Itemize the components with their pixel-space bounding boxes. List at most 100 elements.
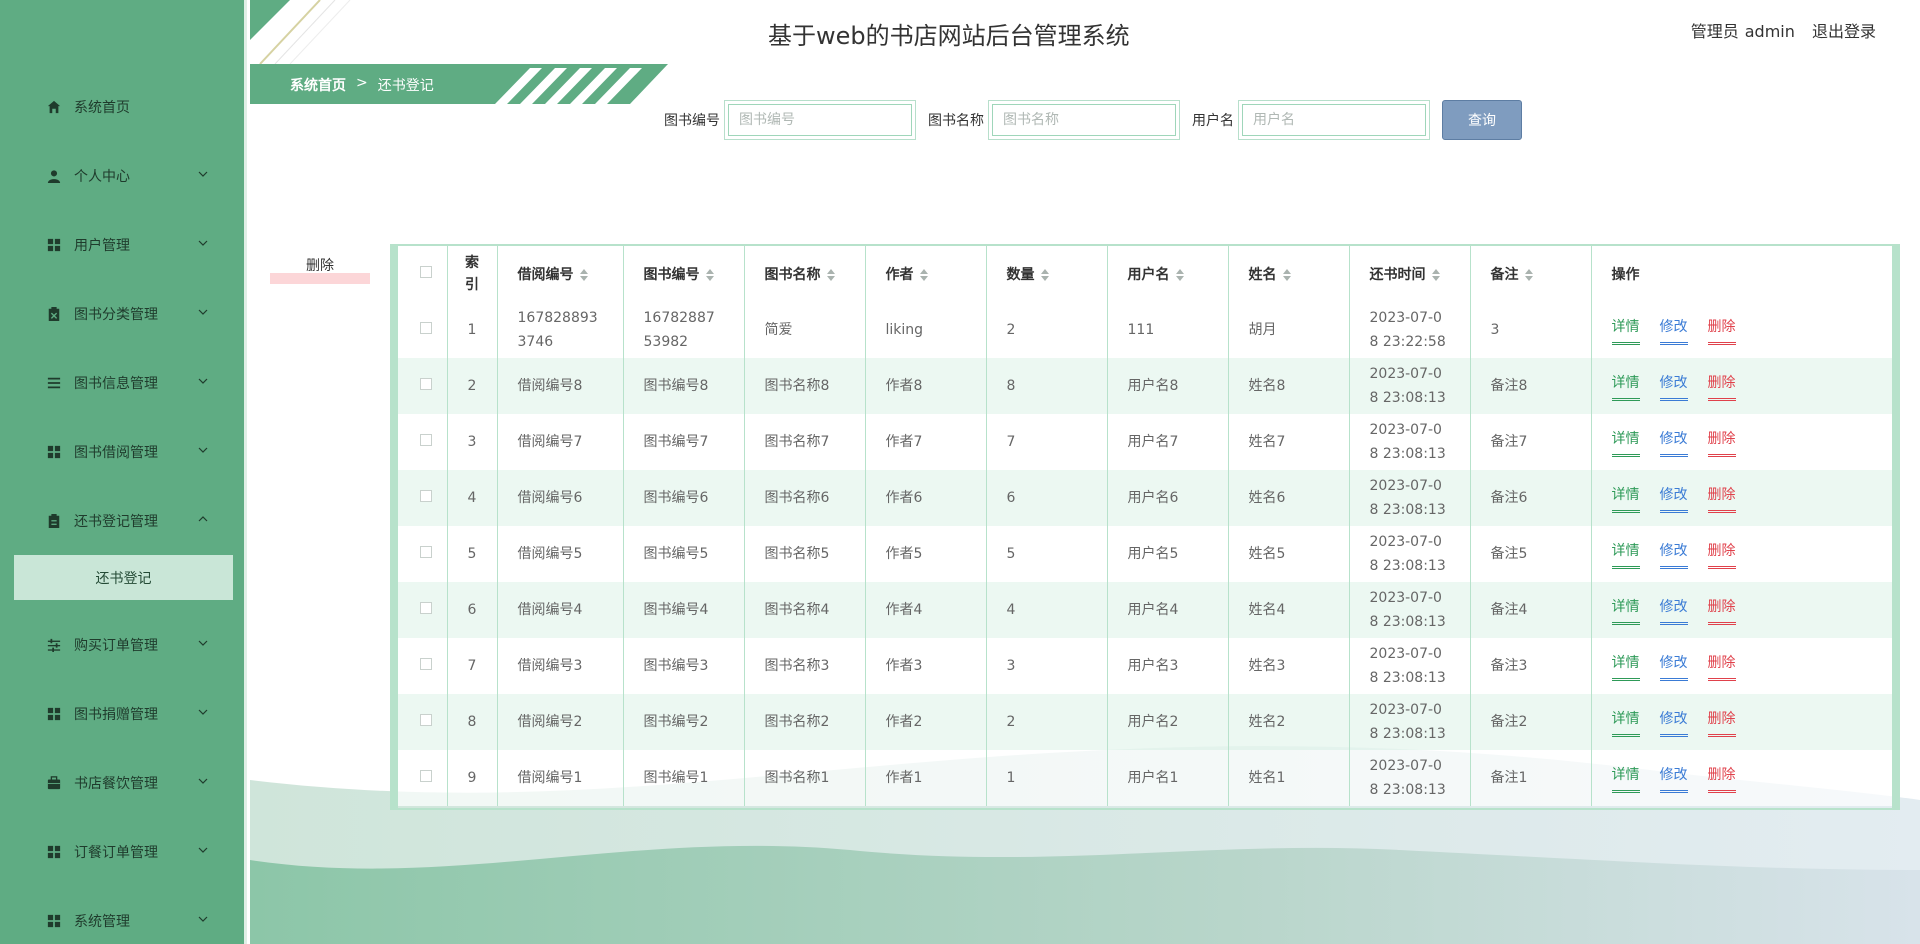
sort-icon[interactable] xyxy=(1040,269,1049,281)
detail-button[interactable]: 详情 xyxy=(1611,427,1640,457)
sort-icon[interactable] xyxy=(919,269,928,281)
edit-button[interactable]: 修改 xyxy=(1659,707,1688,737)
detail-button[interactable]: 详情 xyxy=(1611,315,1640,345)
row-checkbox[interactable] xyxy=(420,490,432,502)
logout-link[interactable]: 退出登录 xyxy=(1812,22,1876,41)
cell-book-no: 图书编号6 xyxy=(623,470,745,526)
sidebar-item-4[interactable]: 图书信息管理 xyxy=(0,348,247,417)
submenu-item-active[interactable]: 还书登记 xyxy=(14,555,233,600)
delete-button[interactable]: 删除 xyxy=(1707,539,1736,569)
edit-button[interactable]: 修改 xyxy=(1659,763,1688,793)
cell-remark: 备注4 xyxy=(1470,582,1592,638)
query-button[interactable]: 查询 xyxy=(1442,100,1522,140)
grid-icon xyxy=(46,444,62,460)
sidebar-item-5[interactable]: 图书借阅管理 xyxy=(0,417,247,486)
cell-author: 作者4 xyxy=(865,582,987,638)
row-select-cell xyxy=(398,302,448,358)
row-checkbox[interactable] xyxy=(420,770,432,782)
breadcrumb-separator: > xyxy=(356,75,368,91)
book-name-input[interactable] xyxy=(992,104,1176,136)
cell-remark: 备注6 xyxy=(1470,470,1592,526)
edit-button[interactable]: 修改 xyxy=(1659,483,1688,513)
book-no-input[interactable] xyxy=(728,104,912,136)
cell-author: 作者7 xyxy=(865,414,987,470)
header-borrow-no[interactable]: 借阅编号 xyxy=(497,246,624,302)
sidebar-item-label: 图书捐赠管理 xyxy=(74,706,158,723)
delete-button[interactable]: 删除 xyxy=(1707,315,1736,345)
table-row: 4 借阅编号6 图书编号6 图书名称6 作者6 6 用户名6 姓名6 2023-07-08 23… xyxy=(398,470,1892,526)
sort-icon[interactable] xyxy=(1524,269,1533,281)
cell-ops: 详情 修改 删除 xyxy=(1591,638,1892,694)
edit-button[interactable]: 修改 xyxy=(1659,315,1688,345)
sort-icon[interactable] xyxy=(1282,269,1291,281)
edit-button[interactable]: 修改 xyxy=(1659,595,1688,625)
sidebar-item-6[interactable]: 还书登记管理 xyxy=(0,486,247,555)
row-checkbox[interactable] xyxy=(420,658,432,670)
cell-index: 5 xyxy=(447,526,498,582)
detail-button[interactable]: 详情 xyxy=(1611,763,1640,793)
row-checkbox[interactable] xyxy=(420,546,432,558)
row-checkbox[interactable] xyxy=(420,602,432,614)
cell-remark: 备注3 xyxy=(1470,638,1592,694)
sidebar-item-11[interactable]: 系统管理 xyxy=(0,886,247,944)
cell-quantity: 2 xyxy=(986,302,1108,358)
header-return-time[interactable]: 还书时间 xyxy=(1349,246,1471,302)
sidebar-item-label: 图书信息管理 xyxy=(74,375,158,392)
header-book-no[interactable]: 图书编号 xyxy=(623,246,745,302)
edit-button[interactable]: 修改 xyxy=(1659,651,1688,681)
sort-icon[interactable] xyxy=(579,269,588,281)
sidebar-item-2[interactable]: 用户管理 xyxy=(0,210,247,279)
edit-button[interactable]: 修改 xyxy=(1659,539,1688,569)
cell-ops: 详情 修改 删除 xyxy=(1591,694,1892,750)
sort-icon[interactable] xyxy=(705,269,714,281)
header-remark[interactable]: 备注 xyxy=(1470,246,1592,302)
chevron-down-icon xyxy=(197,913,213,929)
home-icon xyxy=(46,99,62,115)
username-input[interactable] xyxy=(1242,104,1426,136)
submenu: 还书登记 xyxy=(0,555,247,600)
detail-button[interactable]: 详情 xyxy=(1611,371,1640,401)
sidebar-item-8[interactable]: 图书捐赠管理 xyxy=(0,679,247,748)
detail-button[interactable]: 详情 xyxy=(1611,483,1640,513)
sidebar-item-1[interactable]: 个人中心 xyxy=(0,141,247,210)
detail-button[interactable]: 详情 xyxy=(1611,707,1640,737)
detail-button[interactable]: 详情 xyxy=(1611,651,1640,681)
select-all-checkbox[interactable] xyxy=(420,266,432,278)
sidebar-item-10[interactable]: 订餐订单管理 xyxy=(0,817,247,886)
edit-button[interactable]: 修改 xyxy=(1659,427,1688,457)
sidebar-item-3[interactable]: 图书分类管理 xyxy=(0,279,247,348)
cell-book-no: 图书编号8 xyxy=(623,358,745,414)
header-name[interactable]: 姓名 xyxy=(1228,246,1350,302)
sort-icon[interactable] xyxy=(1431,269,1440,281)
header-book-name[interactable]: 图书名称 xyxy=(744,246,866,302)
delete-button[interactable]: 删除 xyxy=(1707,595,1736,625)
delete-button[interactable]: 删除 xyxy=(1707,651,1736,681)
cell-book-name: 简爱 xyxy=(744,302,866,358)
row-checkbox[interactable] xyxy=(420,434,432,446)
row-checkbox[interactable] xyxy=(420,378,432,390)
delete-button[interactable]: 删除 xyxy=(1707,483,1736,513)
row-checkbox[interactable] xyxy=(420,714,432,726)
sidebar-item-9[interactable]: 书店餐饮管理 xyxy=(0,748,247,817)
breadcrumb-home[interactable]: 系统首页 xyxy=(290,75,346,95)
cell-index: 2 xyxy=(447,358,498,414)
cell-ops: 详情 修改 删除 xyxy=(1591,582,1892,638)
chevron-down-icon xyxy=(197,168,213,184)
sidebar-item-7[interactable]: 购买订单管理 xyxy=(0,610,247,679)
delete-button[interactable]: 删除 xyxy=(1707,763,1736,793)
batch-delete-button[interactable]: 删除 xyxy=(270,253,370,284)
sidebar-item-0[interactable]: 系统首页 xyxy=(0,72,247,141)
header-author[interactable]: 作者 xyxy=(865,246,987,302)
edit-button[interactable]: 修改 xyxy=(1659,371,1688,401)
row-checkbox[interactable] xyxy=(420,322,432,334)
sort-icon[interactable] xyxy=(826,269,835,281)
sort-icon[interactable] xyxy=(1175,269,1184,281)
header-quantity[interactable]: 数量 xyxy=(986,246,1108,302)
delete-button[interactable]: 删除 xyxy=(1707,707,1736,737)
detail-button[interactable]: 详情 xyxy=(1611,539,1640,569)
delete-button[interactable]: 删除 xyxy=(1707,371,1736,401)
header-username[interactable]: 用户名 xyxy=(1107,246,1229,302)
delete-button[interactable]: 删除 xyxy=(1707,427,1736,457)
detail-button[interactable]: 详情 xyxy=(1611,595,1640,625)
cell-book-name: 图书名称8 xyxy=(744,358,866,414)
